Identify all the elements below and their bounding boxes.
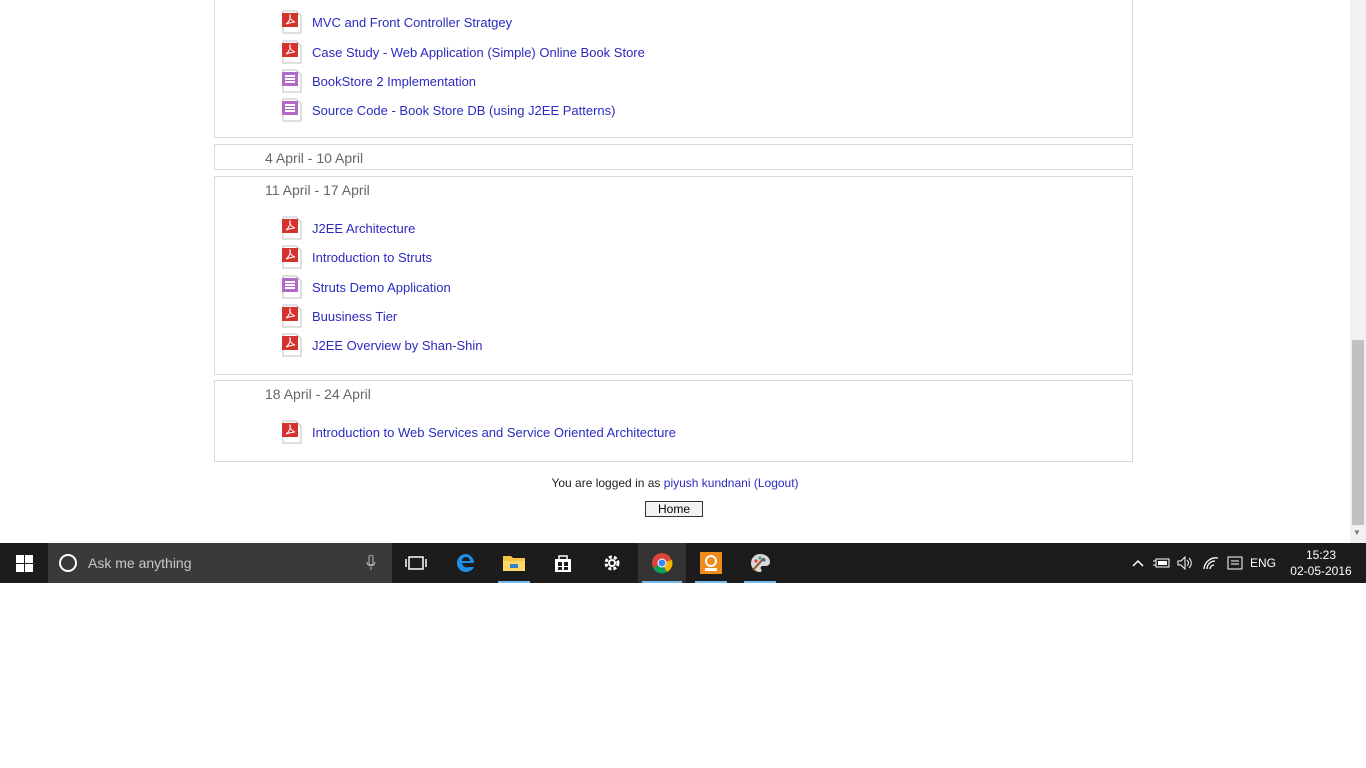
- wifi-icon: [1203, 557, 1219, 570]
- edge-browser-icon: [456, 553, 475, 572]
- taskbar-settings[interactable]: [592, 543, 632, 583]
- pdf-file-icon: [281, 420, 303, 444]
- scroll-down-arrow-icon[interactable]: ▼: [1353, 528, 1361, 537]
- activity-item[interactable]: Struts Demo Application: [281, 275, 451, 299]
- search-placeholder: Ask me anything: [88, 555, 192, 571]
- taskbar-paint[interactable]: [740, 543, 780, 583]
- start-button[interactable]: [0, 543, 48, 583]
- cortana-circle-icon: [59, 554, 77, 572]
- chevron-up-icon: [1132, 559, 1144, 567]
- taskbar-edge[interactable]: [446, 543, 486, 583]
- file-archive-icon: [281, 275, 303, 299]
- clock-time: 15:23: [1305, 548, 1337, 562]
- activity-item[interactable]: J2EE Overview by Shan-Shin: [281, 333, 483, 357]
- user-profile-link[interactable]: piyush kundnani: [664, 476, 751, 490]
- clock[interactable]: 15:23 02-05-2016: [1284, 543, 1358, 583]
- activity-link[interactable]: BookStore 2 Implementation: [312, 74, 476, 89]
- section-title: 4 April - 10 April: [265, 150, 364, 166]
- language-indicator[interactable]: ENG: [1248, 543, 1278, 583]
- activity-item[interactable]: Introduction to Struts: [281, 245, 432, 269]
- course-section: 4 April - 10 April: [214, 144, 1133, 170]
- pdf-file-icon: [281, 40, 303, 64]
- pdf-file-icon: [281, 304, 303, 328]
- activity-link[interactable]: Buusiness Tier: [312, 309, 397, 324]
- cortana-search-box[interactable]: Ask me anything: [48, 543, 392, 583]
- notification-icon: [1227, 556, 1243, 570]
- activity-link[interactable]: J2EE Overview by Shan-Shin: [312, 338, 483, 353]
- activity-link[interactable]: Source Code - Book Store DB (using J2EE …: [312, 103, 615, 118]
- running-indicator: [695, 581, 727, 583]
- login-prefix: You are logged in as: [551, 476, 661, 490]
- section-title: 11 April - 17 April: [265, 182, 370, 198]
- activity-link[interactable]: Introduction to Struts: [312, 250, 432, 265]
- running-indicator: [498, 581, 530, 583]
- taskbar-chrome[interactable]: [638, 543, 686, 583]
- activity-item[interactable]: MVC and Front Controller Stratgey: [281, 10, 512, 34]
- activity-link[interactable]: Struts Demo Application: [312, 280, 451, 295]
- login-info: You are logged in as piyush kundnani (Lo…: [0, 476, 1350, 490]
- home-button[interactable]: Home: [645, 501, 703, 517]
- course-section: 11 April - 17 April J2EE Architecture In…: [214, 176, 1133, 375]
- running-indicator: [744, 581, 776, 583]
- section-title: 18 April - 24 April: [265, 386, 371, 402]
- task-view-icon: [405, 556, 427, 570]
- volume-icon: [1177, 556, 1192, 570]
- microphone-icon[interactable]: [366, 555, 376, 571]
- logout-link[interactable]: (Logout): [754, 476, 799, 490]
- activity-item[interactable]: J2EE Architecture: [281, 216, 415, 240]
- store-bag-icon: [555, 555, 571, 572]
- pdf-file-icon: [281, 333, 303, 357]
- activity-link[interactable]: Case Study - Web Application (Simple) On…: [312, 45, 645, 60]
- taskbar-pdf-app[interactable]: [691, 543, 731, 583]
- taskbar-store[interactable]: [543, 543, 583, 583]
- tray-action-center[interactable]: [1224, 543, 1246, 583]
- tray-network[interactable]: [1200, 543, 1222, 583]
- tray-volume[interactable]: [1176, 543, 1196, 583]
- scrollbar-thumb[interactable]: [1352, 340, 1364, 525]
- course-section: 18 April - 24 April Introduction to Web …: [214, 380, 1133, 462]
- activity-item[interactable]: Buusiness Tier: [281, 304, 397, 328]
- activity-item[interactable]: Introduction to Web Services and Service…: [281, 420, 676, 444]
- browser-page: MVC and Front Controller Stratgey Case S…: [0, 0, 1350, 543]
- pdf-file-icon: [281, 216, 303, 240]
- task-view-button[interactable]: [396, 543, 436, 583]
- gear-icon: [604, 555, 620, 571]
- pdf-app-icon: [700, 552, 722, 574]
- folder-icon: [503, 556, 525, 571]
- activity-link[interactable]: MVC and Front Controller Stratgey: [312, 15, 512, 30]
- chrome-icon: [652, 553, 673, 574]
- activity-link[interactable]: J2EE Architecture: [312, 221, 415, 236]
- activity-item[interactable]: Case Study - Web Application (Simple) On…: [281, 40, 645, 64]
- file-archive-icon: [281, 98, 303, 122]
- paint-palette-icon: [751, 554, 770, 572]
- activity-item[interactable]: Source Code - Book Store DB (using J2EE …: [281, 98, 615, 122]
- windows-taskbar: Ask me anything ENG 15:23 02-05-2016: [0, 543, 1366, 583]
- activity-item[interactable]: BookStore 2 Implementation: [281, 69, 476, 93]
- taskbar-file-explorer[interactable]: [494, 543, 534, 583]
- windows-logo-icon: [15, 554, 33, 572]
- course-section: MVC and Front Controller Stratgey Case S…: [214, 0, 1133, 138]
- tray-battery[interactable]: [1152, 543, 1172, 583]
- file-archive-icon: [281, 69, 303, 93]
- activity-link[interactable]: Introduction to Web Services and Service…: [312, 425, 676, 440]
- pdf-file-icon: [281, 10, 303, 34]
- clock-date: 02-05-2016: [1290, 564, 1352, 578]
- show-hidden-icons-button[interactable]: [1128, 543, 1148, 583]
- pdf-file-icon: [281, 245, 303, 269]
- battery-plug-icon: [1153, 558, 1170, 568]
- running-indicator: [642, 581, 682, 583]
